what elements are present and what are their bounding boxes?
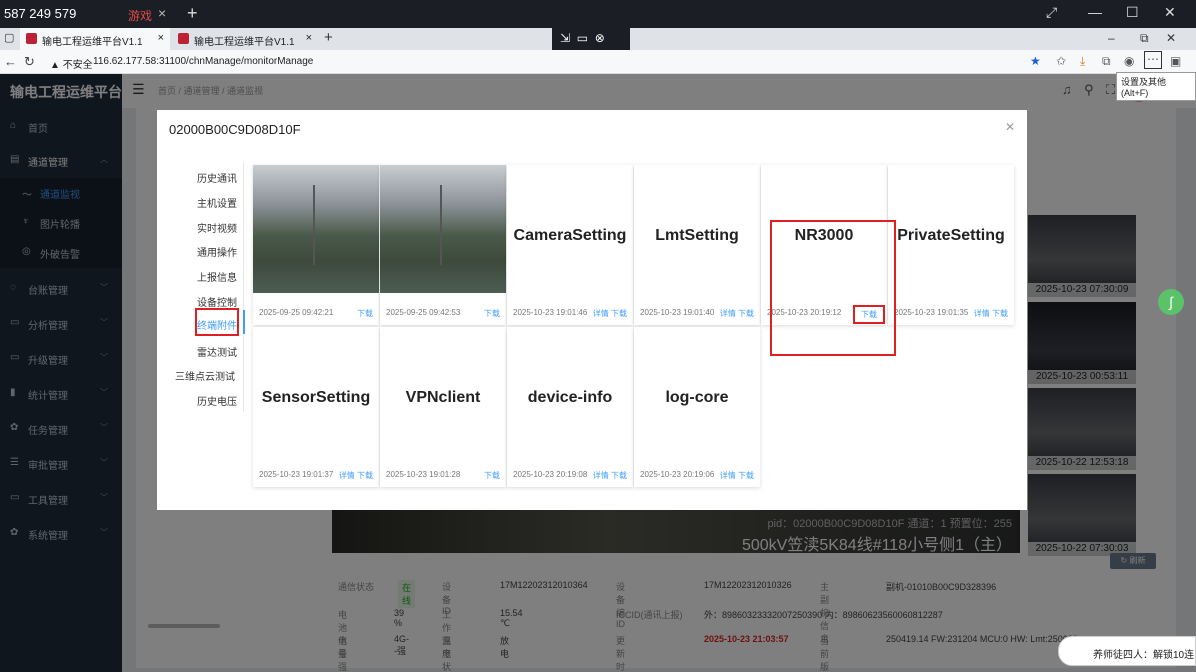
nav-radar-test[interactable]: 雷达测试	[157, 344, 237, 359]
tab-platform-2[interactable]: 输电工程运维平台V1.1 ×	[172, 28, 318, 50]
maximize-icon[interactable]: ☐	[1126, 4, 1139, 21]
nav-host-settings[interactable]: 主机设置	[157, 195, 237, 210]
sidebar-toggle-icon[interactable]: ▣	[1170, 54, 1181, 68]
attachment-date: 2025-09-25 09:42:21	[259, 308, 334, 317]
tab-platform-1[interactable]: 输电工程运维平台V1.1 ×	[20, 28, 170, 50]
download-icon[interactable]: ⤓	[1080, 54, 1085, 69]
detail-download-links[interactable]: 详情 下载	[720, 470, 754, 481]
close-icon[interactable]: ×	[158, 5, 166, 21]
attachment-name: PrivateSetting	[897, 227, 1005, 244]
add-tab-icon[interactable]: +	[187, 3, 198, 24]
nav-divider	[243, 162, 244, 412]
address-bar: ← ↻ ▲ 不安全 116.62.177.58:31100/chnManage/…	[0, 50, 1196, 74]
back-icon[interactable]: ←	[4, 54, 17, 69]
star-icon[interactable]: ★	[1030, 54, 1041, 68]
attachment-name: device-info	[527, 389, 613, 406]
attachment-date: 2025-10-23 19:01:46	[513, 308, 588, 317]
tower-shape	[440, 185, 442, 265]
tab-title: 输电工程运维平台V1.1	[42, 37, 143, 48]
attachment-date: 2025-10-23 19:01:28	[386, 470, 461, 479]
detail-download-links[interactable]: 详情 下载	[593, 470, 627, 481]
system-taskbar: 587 249 579 游戏 × + ⤢ — ☐ ✕	[0, 0, 1196, 28]
site-favicon-icon	[178, 33, 189, 44]
attachment-card[interactable]: log-core 2025-10-23 20:19:06 详情 下载	[634, 327, 760, 487]
profile-icon[interactable]: ◉	[1124, 54, 1134, 68]
close-icon[interactable]: ✕	[1166, 31, 1176, 45]
media-controls[interactable]: ⇲ ▭ ⊗	[552, 28, 630, 50]
detail-download-links[interactable]: 详情 下载	[339, 470, 373, 481]
detail-download-links[interactable]: 详情 下载	[974, 308, 1008, 319]
snapshot-image[interactable]	[380, 165, 506, 293]
stop-icon[interactable]: ⊗	[595, 31, 605, 45]
reload-icon[interactable]: ↻	[24, 54, 35, 70]
attachment-name: CameraSetting	[513, 227, 627, 244]
attachment-card[interactable]: LmtSetting 2025-10-23 19:01:40 详情 下载	[634, 165, 760, 325]
cast-icon[interactable]: ⇲	[560, 31, 570, 45]
download-link[interactable]: 下载	[484, 470, 500, 481]
attachments-dialog: 02000B00C9D08D10F ✕ 历史通讯 主机设置 实时视频 通用操作 …	[157, 110, 1027, 510]
attachment-card[interactable]: PrivateSetting 2025-10-23 19:01:35 详情 下载	[888, 165, 1014, 325]
expand-icon[interactable]: ⤢	[1046, 4, 1057, 21]
security-label: 不安全	[62, 60, 93, 71]
floating-assistant-icon[interactable]: ∫	[1158, 289, 1184, 315]
game-label[interactable]: 游戏	[128, 7, 152, 24]
attachment-name: log-core	[665, 389, 729, 406]
nav-history-comm[interactable]: 历史通讯	[157, 170, 237, 185]
site-favicon-icon	[26, 33, 37, 44]
security-warning[interactable]: ▲ 不安全	[50, 56, 93, 71]
tab-close-icon[interactable]: ×	[306, 32, 312, 44]
attachment-date: 2025-10-23 20:19:08	[513, 470, 588, 479]
attachment-date: 2025-10-23 19:01:37	[259, 470, 334, 479]
favorites-icon[interactable]: ✩	[1056, 54, 1066, 68]
nav-live-video[interactable]: 实时视频	[157, 220, 237, 235]
nav-pointcloud-test[interactable]: 三维点云测试	[153, 368, 235, 383]
tooltip: 设置及其他 (Alt+F)	[1116, 72, 1196, 101]
attachment-card[interactable]: SensorSetting 2025-10-23 19:01:37 详情 下载	[253, 327, 379, 487]
attachment-card[interactable]: 2025-09-25 09:42:21 下载	[253, 165, 379, 325]
snapshot-image[interactable]	[253, 165, 379, 293]
extension-icon[interactable]: ⧉	[1102, 54, 1111, 69]
tab-list-icon[interactable]: ▢	[4, 31, 14, 44]
attachment-date: 2025-09-25 09:42:53	[386, 308, 461, 317]
attachment-name: VPNclient	[405, 389, 481, 406]
settings-more-icon[interactable]: ⋯	[1144, 51, 1162, 69]
new-tab-icon[interactable]: +	[324, 29, 333, 46]
attachment-date: 2025-10-23 20:19:06	[640, 470, 715, 479]
nav-history-voltage[interactable]: 历史电压	[157, 393, 237, 408]
tab-title: 输电工程运维平台V1.1	[194, 37, 295, 48]
nav-general-ops[interactable]: 通用操作	[157, 244, 237, 259]
close-icon[interactable]: ✕	[1005, 120, 1015, 134]
attachment-card[interactable]: 2025-09-25 09:42:53 下载	[380, 165, 506, 325]
signal-number: 587 249 579	[4, 6, 77, 21]
minimize-icon[interactable]: –	[1108, 31, 1115, 45]
nav-active-indicator	[243, 310, 245, 334]
download-link[interactable]: 下载	[357, 308, 373, 319]
attachment-card[interactable]: CameraSetting 2025-10-23 19:01:46 详情 下载	[507, 165, 633, 325]
tower-shape	[313, 185, 315, 265]
attachment-card[interactable]: VPNclient 2025-10-23 19:01:28 下载	[380, 327, 506, 487]
download-link[interactable]: 下载	[484, 308, 500, 319]
attachment-name: SensorSetting	[261, 389, 371, 406]
notification-toast[interactable]: 养师徒四人：解锁10连	[1058, 636, 1196, 666]
detail-download-links[interactable]: 详情 下载	[593, 308, 627, 319]
nav-terminal-attachments[interactable]: 终端附件	[195, 308, 239, 336]
detail-download-links[interactable]: 详情 下载	[720, 308, 754, 319]
restore-icon[interactable]: ⧉	[1140, 31, 1149, 46]
window-close-icon[interactable]: ✕	[1164, 4, 1176, 21]
nav-device-control[interactable]: 设备控制	[157, 294, 237, 309]
screen-icon[interactable]: ▭	[577, 31, 588, 45]
url-input[interactable]: 116.62.177.58:31100/chnManage/monitorMan…	[93, 56, 313, 67]
warning-icon: ▲	[50, 60, 60, 71]
attachment-date: 2025-10-23 19:01:40	[640, 308, 715, 317]
attachment-name: LmtSetting	[655, 227, 739, 244]
attachment-card[interactable]: device-info 2025-10-23 20:19:08 详情 下载	[507, 327, 633, 487]
minimize-icon[interactable]: —	[1088, 4, 1102, 20]
highlight-box	[770, 220, 896, 356]
tab-close-icon[interactable]: ×	[158, 32, 164, 44]
attachment-date: 2025-10-23 19:01:35	[894, 308, 969, 317]
nav-report-info[interactable]: 上报信息	[157, 269, 237, 284]
dialog-title: 02000B00C9D08D10F	[169, 122, 301, 137]
